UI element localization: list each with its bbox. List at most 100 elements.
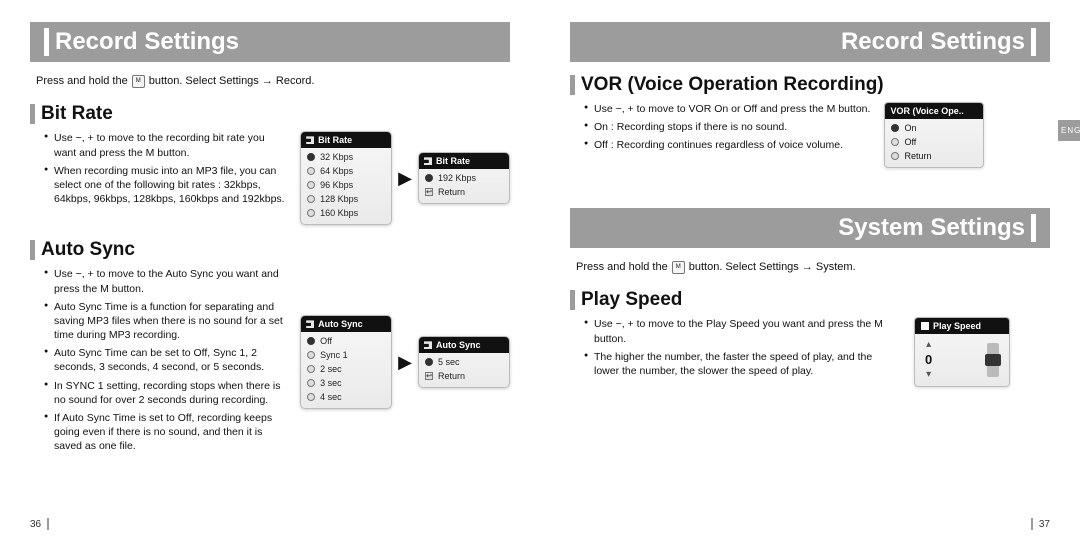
return-icon: ↩ <box>425 372 433 380</box>
title-bar-right: Record Settings <box>570 22 1050 62</box>
step-up-icon[interactable]: ▴ <box>926 339 931 350</box>
page-number-bar <box>47 518 49 530</box>
return-icon: ↩ <box>425 188 433 196</box>
menu-item[interactable]: 5 sec <box>419 355 509 369</box>
section-bit-rate: Bit Rate Use −, + to move to the recordi… <box>30 103 510 225</box>
list-item: In SYNC 1 setting, recording stops when … <box>44 379 286 407</box>
language-tab[interactable]: ENG <box>1058 120 1080 141</box>
radio-icon <box>307 167 315 175</box>
list-item: On : Recording stops if there is no soun… <box>584 120 870 134</box>
title-accent-right <box>1031 28 1036 56</box>
menu-item[interactable]: ↩Return <box>419 369 509 383</box>
bit-rate-bullets: Use −, + to move to the recording bit ra… <box>30 131 286 225</box>
page-title-right: Record Settings <box>841 28 1025 56</box>
title-accent-system <box>1031 214 1036 242</box>
menu-item[interactable]: Off <box>301 334 391 348</box>
page-number-left: 36 <box>30 518 49 530</box>
radio-icon <box>307 393 315 401</box>
section-accent <box>30 104 35 124</box>
menu-item[interactable]: 2 sec <box>301 362 391 376</box>
page-title-left: Record Settings <box>55 28 239 56</box>
menu-item[interactable]: 64 Kbps <box>301 164 391 178</box>
play-speed-slider[interactable] <box>987 343 999 377</box>
section-play-speed: Play Speed Use −, + to move to the Play … <box>570 289 1050 387</box>
radio-icon <box>307 337 315 345</box>
menu-item[interactable]: 128 Kbps <box>301 192 391 206</box>
radio-icon <box>891 124 899 132</box>
m-button-icon: M <box>132 75 145 88</box>
menu-item[interactable]: Return <box>885 149 983 163</box>
menu-title: Bit Rate <box>419 153 509 169</box>
list-item: Use −, + to move to the Auto Sync you wa… <box>44 267 286 295</box>
menu-play-speed[interactable]: Play Speed ▴ 0 ▾ <box>914 317 1010 387</box>
title-bar-system: System Settings <box>570 208 1050 248</box>
radio-icon <box>425 358 433 366</box>
menu-item[interactable]: 160 Kbps <box>301 206 391 220</box>
step-down-icon[interactable]: ▾ <box>926 369 931 380</box>
list-item: Off : Recording continues regardless of … <box>584 138 870 152</box>
section-accent <box>570 290 575 310</box>
section-vor: VOR (Voice Operation Recording) Use −, +… <box>570 74 1050 168</box>
page-36: Record Settings Press and hold the M but… <box>0 0 540 540</box>
system-instruction: Press and hold the M button. Select Sett… <box>576 260 1050 275</box>
menu-item[interactable]: ↩Return <box>419 185 509 199</box>
heading-auto-sync: Auto Sync <box>41 239 135 261</box>
radio-icon <box>307 209 315 217</box>
menu-item[interactable]: 3 sec <box>301 376 391 390</box>
bit-rate-menus: Bit Rate 32 Kbps 64 Kbps 96 Kbps 128 Kbp… <box>300 131 510 225</box>
menu-item[interactable]: Sync 1 <box>301 348 391 362</box>
heading-play-speed: Play Speed <box>581 289 682 311</box>
section-accent <box>30 240 35 260</box>
play-speed-bullets: Use −, + to move to the Play Speed you w… <box>570 317 900 387</box>
chevron-right-icon: ▶ <box>398 168 412 189</box>
menu-title: Bit Rate <box>301 132 391 148</box>
auto-sync-bullets: Use −, + to move to the Auto Sync you wa… <box>30 267 286 457</box>
page-number-bar <box>1031 518 1033 530</box>
slider-thumb[interactable] <box>985 354 1001 366</box>
m-button-icon: M <box>672 261 685 274</box>
radio-icon <box>307 365 315 373</box>
menu-item[interactable]: On <box>885 121 983 135</box>
radio-icon <box>891 138 899 146</box>
menu-item[interactable]: Off <box>885 135 983 149</box>
menu-title: Play Speed <box>915 318 1009 334</box>
title-bar-left: Record Settings <box>30 22 510 62</box>
radio-icon <box>425 174 433 182</box>
menu-item[interactable]: 96 Kbps <box>301 178 391 192</box>
list-item: The higher the number, the faster the sp… <box>584 350 900 378</box>
menu-vor[interactable]: VOR (Voice Ope.. On Off Return <box>884 102 984 168</box>
list-item: If Auto Sync Time is set to Off, recordi… <box>44 411 286 454</box>
menu-item[interactable]: 4 sec <box>301 390 391 404</box>
list-item: Auto Sync Time is a function for separat… <box>44 300 286 343</box>
heading-bit-rate: Bit Rate <box>41 103 113 125</box>
menu-item[interactable]: 32 Kbps <box>301 150 391 164</box>
return-icon <box>891 152 899 160</box>
heading-vor: VOR (Voice Operation Recording) <box>581 74 884 96</box>
list-item: Use −, + to move to VOR On or Off and pr… <box>584 102 870 116</box>
section-accent <box>570 75 575 95</box>
section-auto-sync: Auto Sync Use −, + to move to the Auto S… <box>30 239 510 457</box>
list-icon <box>921 322 929 330</box>
left-instruction: Press and hold the M button. Select Sett… <box>36 74 510 89</box>
menu-item[interactable]: 192 Kbps <box>419 171 509 185</box>
list-item: Use −, + to move to the Play Speed you w… <box>584 317 900 345</box>
menu-bit-rate-a[interactable]: Bit Rate 32 Kbps 64 Kbps 96 Kbps 128 Kbp… <box>300 131 392 225</box>
list-item: Auto Sync Time can be set to Off, Sync 1… <box>44 346 286 374</box>
list-item: When recording music into an MP3 file, y… <box>44 164 286 207</box>
list-item: Use −, + to move to the recording bit ra… <box>44 131 286 159</box>
menu-bit-rate-b[interactable]: Bit Rate 192 Kbps ↩Return <box>418 152 510 204</box>
radio-icon <box>307 195 315 203</box>
menu-auto-sync-b[interactable]: Auto Sync 5 sec ↩Return <box>418 336 510 388</box>
menu-title: Auto Sync <box>301 316 391 332</box>
play-speed-value: 0 <box>925 352 932 367</box>
system-settings-title: System Settings <box>838 214 1025 242</box>
menu-auto-sync-a[interactable]: Auto Sync Off Sync 1 2 sec 3 sec 4 sec <box>300 315 392 409</box>
menu-title: VOR (Voice Ope.. <box>885 103 983 119</box>
page-number-right: 37 <box>1031 518 1050 530</box>
manual-spread: Record Settings Press and hold the M but… <box>0 0 1080 540</box>
radio-icon <box>307 379 315 387</box>
vor-bullets: Use −, + to move to VOR On or Off and pr… <box>570 102 870 168</box>
page-37: Record Settings ENG VOR (Voice Operation… <box>540 0 1080 540</box>
radio-icon <box>307 181 315 189</box>
menu-title: Auto Sync <box>419 337 509 353</box>
